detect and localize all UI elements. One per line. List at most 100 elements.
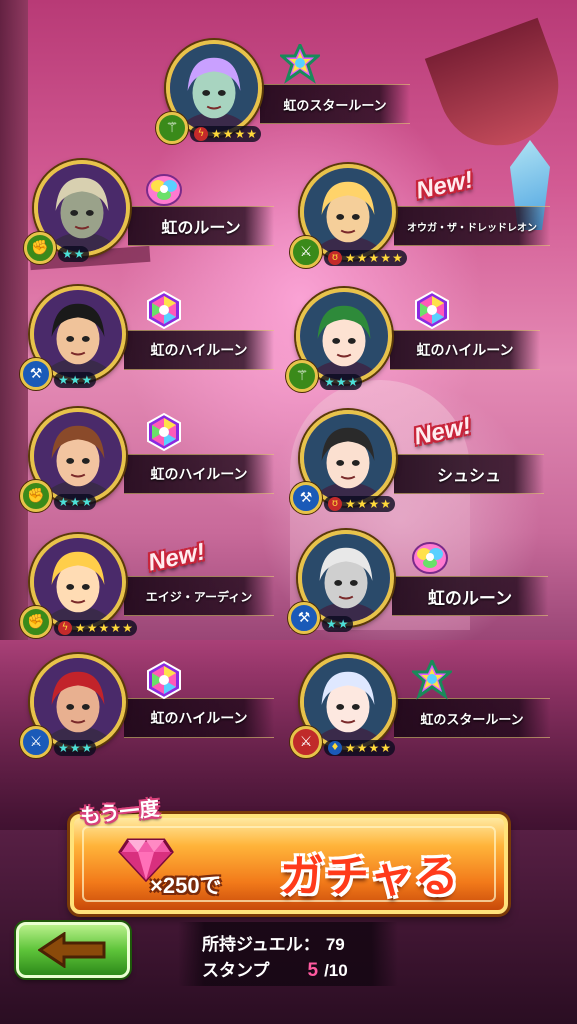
rarity-stars: ★ ★ ★ (54, 740, 97, 756)
rarity-stars: ʊ ★ ★ ★ ★ ★ (324, 250, 407, 266)
star-icon: ★ (326, 617, 337, 631)
gacha-cost-text: ×250で (150, 873, 222, 898)
star-icon: ★ (110, 621, 122, 635)
fire-skill-icon: ʊ (328, 497, 342, 511)
rarity-stars: ʊ ★ ★ ★ ★ (324, 496, 396, 512)
stamp-current: 5 (307, 960, 319, 981)
fire-skill-icon: ʊ (328, 251, 342, 265)
arrow-left-icon (38, 932, 106, 968)
sword-icon: ⚔ (290, 236, 322, 268)
fist-icon: ✊ (24, 232, 56, 264)
new-badge: New! (145, 538, 208, 577)
star-icon: ★ (69, 741, 81, 755)
reward-name: 虹のルーン (128, 206, 274, 246)
hex-rune-icon (144, 412, 184, 452)
new-badge: New! (413, 166, 476, 205)
reward-name: 虹のハイルーン (124, 454, 274, 494)
rarity-stars: ★ ★ (58, 246, 89, 262)
star-icon: ★ (368, 251, 380, 265)
star-icon: ★ (345, 251, 356, 265)
staff-icon: ⚚ (156, 112, 188, 144)
star-icon: ★ (69, 495, 81, 509)
new-badge: New! (411, 412, 474, 451)
sword-icon: ⚔ (20, 726, 52, 758)
gacha-result-screen: 虹のスタールーン ⚚ ϟ ★ ★ ★ ★ 虹のルーン ✊ ★ ★ オウガ・ザ・ドレッドレオン ⚔ ʊ… (0, 0, 577, 1024)
star-icon: ★ (337, 617, 349, 631)
jewel-row: 所持ジュエル： 79 (202, 930, 345, 955)
rarity-stars: ♦ ★ ★ ★ ★ (324, 740, 396, 756)
star-icon: ★ (356, 251, 368, 265)
star-icon: ★ (211, 127, 222, 141)
rarity-stars: ★ ★ ★ (320, 374, 363, 390)
star-icon: ★ (246, 127, 258, 141)
star-icon: ★ (356, 741, 368, 755)
star-icon: ★ (75, 621, 86, 635)
star-icon: ★ (81, 495, 93, 509)
water-skill-icon: ♦ (328, 741, 342, 755)
staff-icon: ⚚ (286, 360, 318, 392)
blob-rune-icon (410, 536, 450, 576)
star-icon: ★ (380, 497, 392, 511)
reward-name: 虹のハイルーン (124, 698, 274, 738)
star-icon: ★ (81, 741, 93, 755)
star-icon: ★ (81, 373, 93, 387)
blob-rune-icon (144, 168, 184, 208)
star-icon: ★ (380, 741, 392, 755)
star-icon: ★ (347, 375, 359, 389)
rarity-stars: ϟ ★ ★ ★ ★ ★ (54, 620, 137, 636)
jewel-value: 79 (325, 935, 345, 954)
star-icon: ★ (73, 247, 85, 261)
fist-icon: ✊ (20, 480, 52, 512)
reward-name: 虹のスタールーン (260, 84, 410, 124)
star-icon: ★ (335, 375, 347, 389)
star-icon: ★ (234, 127, 246, 141)
star-icon: ★ (69, 373, 81, 387)
reward-name: 虹のハイルーン (390, 330, 540, 370)
background-pillar (0, 0, 28, 640)
reward-name: 虹のルーン (392, 576, 548, 616)
star-icon: ★ (58, 741, 69, 755)
fist-icon: ✊ (20, 606, 52, 638)
reward-name: シュシュ (394, 454, 544, 494)
star-icon: ★ (122, 621, 133, 635)
star-icon: ★ (392, 251, 403, 265)
axe-icon: ⚒ (20, 358, 52, 390)
star-icon: ★ (86, 621, 98, 635)
star-icon: ★ (368, 741, 380, 755)
star-icon: ★ (62, 247, 73, 261)
star-icon: ★ (324, 375, 335, 389)
star-icon: ★ (98, 621, 110, 635)
stamp-label: スタンプ (202, 961, 270, 980)
jewel-label: 所持ジュエル： (202, 935, 320, 954)
hex-rune-icon (144, 660, 184, 700)
axe-icon: ⚒ (290, 482, 322, 514)
sword-icon: ⚔ (290, 726, 322, 758)
stamp-total: /10 (324, 961, 348, 980)
rarity-stars: ★ ★ (322, 616, 353, 632)
background-lamp (424, 17, 576, 163)
lightning-skill-icon: ϟ (194, 127, 208, 141)
rarity-stars: ϟ ★ ★ ★ ★ (190, 126, 262, 142)
reward-name: エイジ・アーディン (124, 576, 274, 616)
reward-name: オウガ・ザ・ドレッドレオン (394, 206, 550, 246)
star-icon: ★ (368, 497, 380, 511)
star-rune-icon (280, 44, 320, 84)
gacha-button-label: ガチャる (280, 852, 460, 901)
hex-rune-icon (412, 290, 452, 330)
stamp-row: スタンプ 5 /10 (202, 956, 348, 982)
back-button[interactable] (16, 922, 130, 978)
star-icon: ★ (356, 497, 368, 511)
rarity-stars: ★ ★ ★ (54, 372, 97, 388)
rarity-stars: ★ ★ ★ (54, 494, 97, 510)
star-icon: ★ (58, 373, 69, 387)
hex-rune-icon (144, 290, 184, 330)
star-icon: ★ (345, 741, 356, 755)
reward-name: 虹のハイルーン (124, 330, 274, 370)
axe-icon: ⚒ (288, 602, 320, 634)
star-icon: ★ (222, 127, 234, 141)
lightning-skill-icon: ϟ (58, 621, 72, 635)
reward-name: 虹のスタールーン (394, 698, 550, 738)
star-icon: ★ (380, 251, 392, 265)
star-icon: ★ (345, 497, 356, 511)
status-panel: 所持ジュエル： 79 スタンプ 5 /10 (178, 922, 398, 986)
